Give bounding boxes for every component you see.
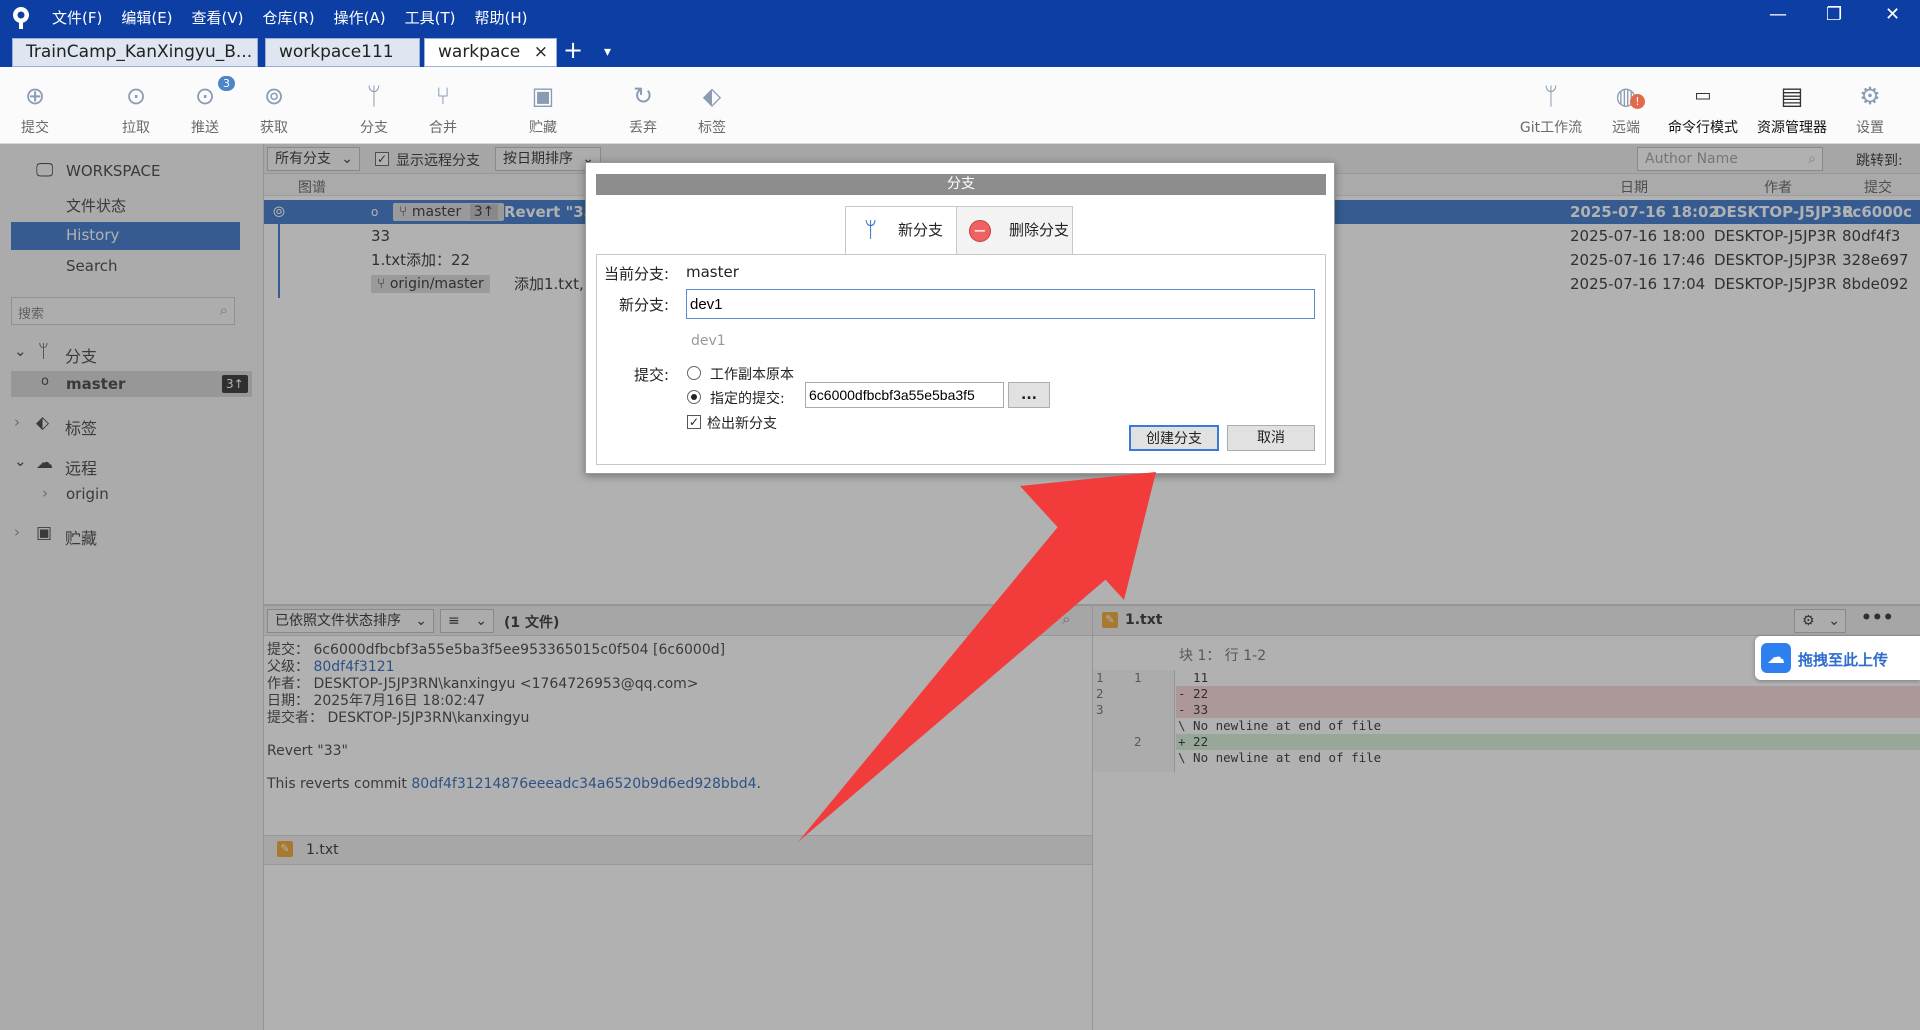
add-tab-button[interactable]: + [563, 36, 583, 64]
sourcetree-logo-icon [11, 6, 31, 30]
current-branch-value: master [686, 263, 739, 281]
menu-actions[interactable]: 操作(A) [334, 7, 386, 28]
tab-workpace111[interactable]: workpace111 [265, 38, 420, 67]
menu-tools[interactable]: 工具(T) [405, 7, 456, 28]
git-flow-icon: ᛘ [1543, 82, 1559, 110]
pull-label: 拉取 [122, 120, 150, 136]
tag-icon: ⬖ [702, 82, 722, 110]
push-icon: ⊙ [194, 82, 216, 110]
new-branch-input[interactable] [686, 289, 1315, 319]
tab-list-dropdown[interactable]: ▾ [604, 44, 611, 60]
explorer-icon: ▤ [1780, 82, 1804, 110]
browse-commit-button[interactable]: ... [1008, 382, 1050, 408]
branch-label: 分支 [360, 120, 388, 136]
fetch-icon: ⊚ [263, 82, 285, 110]
working-copy-label: 工作副本原本 [710, 367, 794, 383]
minimize-button[interactable]: — [1769, 4, 1787, 25]
commit-icon: ⊕ [24, 82, 46, 110]
tag-label: 标签 [698, 120, 726, 136]
push-label: 推送 [191, 120, 219, 136]
discard-button[interactable]: ↻ 丢弃 [609, 80, 677, 137]
explorer-button[interactable]: ▤ 资源管理器 [1750, 80, 1834, 137]
dialog-title: 分支 [596, 174, 1326, 195]
branch-button[interactable]: ᛘ 分支 [340, 80, 408, 137]
menu-bar: 文件(F) 编辑(E) 查看(V) 仓库(R) 操作(A) 工具(T) 帮助(H… [52, 7, 527, 28]
close-tab-icon[interactable]: × [534, 39, 548, 66]
tab-new-branch-label: 新分支 [898, 221, 944, 239]
tab-label: TrainCamp_KanXingyu_B... [26, 42, 253, 62]
discard-label: 丢弃 [629, 120, 657, 136]
menu-help[interactable]: 帮助(H) [474, 7, 527, 28]
push-badge: 3 [218, 76, 235, 91]
merge-button[interactable]: ⑂ 合并 [409, 80, 477, 137]
menu-edit[interactable]: 编辑(E) [121, 7, 172, 28]
specified-commit-radio[interactable] [687, 390, 701, 404]
tab-label: warkpace [438, 42, 521, 62]
dialog-panel: 当前分支: master 新分支: dev1 提交: 工作副本原本 指定的提交:… [596, 254, 1326, 465]
git-flow-label: Git工作流 [1519, 120, 1583, 136]
cloud-upload-icon: ☁ [1761, 643, 1791, 673]
new-branch-label: 新分支: [619, 296, 670, 314]
pull-icon: ⊙ [125, 82, 147, 110]
branch-icon: ᛘ [366, 82, 382, 110]
restore-button[interactable]: ❐ [1826, 4, 1842, 25]
terminal-icon: ▭ [1694, 85, 1712, 106]
checkout-checkbox[interactable]: ✓ [687, 415, 701, 429]
cancel-button[interactable]: 取消 [1227, 425, 1315, 451]
stash-label: 贮藏 [529, 120, 557, 136]
tab-label: workpace111 [279, 42, 394, 62]
tab-new-branch[interactable]: ᛘ 新分支 [845, 206, 957, 255]
close-window-button[interactable]: ✕ [1885, 4, 1900, 25]
branch-name-hint: dev1 [691, 333, 726, 349]
settings-button[interactable]: ⚙ 设置 [1836, 80, 1904, 137]
discard-icon: ↻ [632, 82, 654, 110]
terminal-label: 命令行模式 [1668, 120, 1738, 136]
upload-label: 拖拽至此上传 [1798, 651, 1889, 669]
tab-delete-branch[interactable]: − 删除分支 [956, 206, 1073, 255]
create-branch-button[interactable]: 创建分支 [1129, 425, 1219, 451]
fetch-button[interactable]: ⊚ 获取 [240, 80, 308, 137]
create-branch-dialog: 分支 ᛘ 新分支 − 删除分支 当前分支: master 新分支: dev1 提… [585, 162, 1335, 474]
remote-icon: ◍! [1610, 80, 1645, 112]
tab-traincamp[interactable]: TrainCamp_KanXingyu_B... [12, 38, 258, 67]
commit-button[interactable]: ⊕ 提交 [1, 80, 69, 137]
tag-button[interactable]: ⬖ 标签 [678, 80, 746, 137]
merge-icon: ⑂ [435, 82, 451, 110]
arrow-shaft [798, 511, 1118, 842]
tab-warkpace[interactable]: warkpace × [424, 38, 557, 67]
stash-icon: ▣ [531, 82, 555, 110]
gear-icon: ⚙ [1859, 82, 1881, 110]
menu-view[interactable]: 查看(V) [192, 7, 244, 28]
delete-icon: − [969, 220, 991, 242]
explorer-label: 资源管理器 [1757, 120, 1827, 136]
toolbar: ⊕ 提交 ⊙ 拉取 ⊙ 3 推送 ⊚ 获取 ᛘ 分支 ⑂ 合并 ▣ 贮藏 ↻ 丢弃 ⬖ 标签 ᛘ Gi… [0, 67, 1920, 144]
annotation-arrow [798, 472, 1156, 842]
fetch-label: 获取 [260, 120, 288, 136]
upload-drop-widget[interactable]: ☁ 拖拽至此上传 [1755, 636, 1920, 680]
pull-button[interactable]: ⊙ 拉取 [102, 80, 170, 137]
tab-delete-branch-label: 删除分支 [1009, 221, 1070, 239]
commit-label: 提交 [21, 120, 49, 136]
working-copy-radio[interactable] [687, 366, 701, 380]
specified-commit-input[interactable] [805, 382, 1004, 408]
stash-button[interactable]: ▣ 贮藏 [509, 80, 577, 137]
git-flow-button[interactable]: ᛘ Git工作流 [1515, 80, 1587, 137]
merge-label: 合并 [429, 120, 457, 136]
push-button[interactable]: ⊙ 3 推送 [171, 76, 239, 137]
remote-label: 远端 [1612, 120, 1640, 136]
remote-button[interactable]: ◍! 远端 [1592, 80, 1660, 137]
commit-source-label: 提交: [634, 366, 670, 384]
checkout-label: 检出新分支 [707, 416, 777, 432]
specified-commit-label: 指定的提交: [710, 391, 785, 407]
title-bar: 文件(F) 编辑(E) 查看(V) 仓库(R) 操作(A) 工具(T) 帮助(H… [0, 0, 1920, 67]
current-branch-label: 当前分支: [604, 265, 670, 283]
branch-icon: ᛘ [864, 218, 878, 243]
settings-label: 设置 [1856, 120, 1884, 136]
terminal-button[interactable]: ▭ 命令行模式 [1661, 80, 1745, 137]
menu-repository[interactable]: 仓库(R) [263, 7, 315, 28]
menu-file[interactable]: 文件(F) [52, 7, 102, 28]
